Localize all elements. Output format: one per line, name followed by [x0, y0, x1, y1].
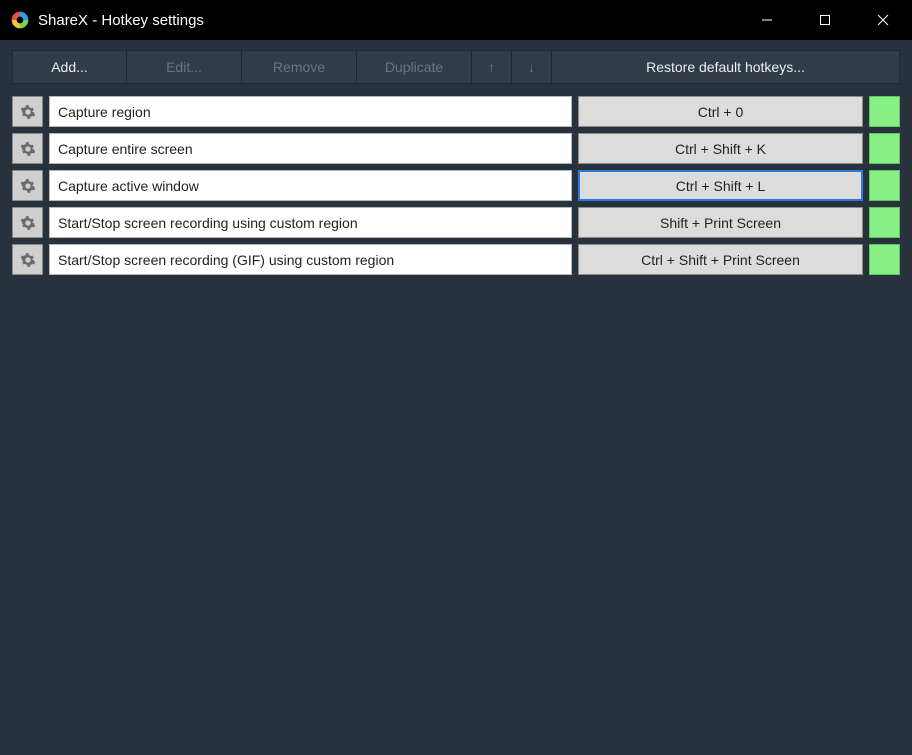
hotkey-button[interactable]: Ctrl + Shift + Print Screen	[578, 244, 863, 275]
gear-icon	[20, 141, 36, 157]
maximize-button[interactable]	[796, 0, 854, 40]
hotkey-row: Capture region Ctrl + 0	[12, 96, 900, 127]
window: ShareX - Hotkey settings Add... Edit... …	[0, 0, 912, 755]
gear-icon	[20, 178, 36, 194]
hotkey-label: Shift + Print Screen	[660, 215, 781, 231]
status-indicator	[869, 207, 900, 238]
hotkey-rows: Capture region Ctrl + 0 Capture entire s…	[0, 92, 912, 279]
window-title: ShareX - Hotkey settings	[38, 12, 204, 29]
hotkey-button[interactable]: Ctrl + 0	[578, 96, 863, 127]
remove-button[interactable]: Remove	[242, 50, 357, 84]
hotkey-label: Ctrl + Shift + Print Screen	[641, 252, 800, 268]
sharex-logo-icon	[10, 10, 30, 30]
task-label: Start/Stop screen recording (GIF) using …	[58, 252, 394, 268]
move-up-button[interactable]: ↑	[472, 50, 512, 84]
hotkey-row: Capture entire screen Ctrl + Shift + K	[12, 133, 900, 164]
status-indicator	[869, 96, 900, 127]
task-label: Capture active window	[58, 178, 199, 194]
task-name[interactable]: Start/Stop screen recording using custom…	[49, 207, 572, 238]
gear-icon	[20, 104, 36, 120]
gear-icon	[20, 215, 36, 231]
restore-defaults-button[interactable]: Restore default hotkeys...	[552, 50, 900, 84]
task-settings-button[interactable]	[12, 170, 43, 201]
task-name[interactable]: Capture region	[49, 96, 572, 127]
close-button[interactable]	[854, 0, 912, 40]
edit-button[interactable]: Edit...	[127, 50, 242, 84]
hotkey-button[interactable]: Ctrl + Shift + K	[578, 133, 863, 164]
status-indicator	[869, 170, 900, 201]
hotkey-label: Ctrl + Shift + K	[675, 141, 766, 157]
hotkey-label: Ctrl + 0	[698, 104, 744, 120]
task-settings-button[interactable]	[12, 207, 43, 238]
task-name[interactable]: Start/Stop screen recording (GIF) using …	[49, 244, 572, 275]
hotkey-row: Capture active window Ctrl + Shift + L	[12, 170, 900, 201]
gear-icon	[20, 252, 36, 268]
task-name[interactable]: Capture active window	[49, 170, 572, 201]
titlebar: ShareX - Hotkey settings	[0, 0, 912, 40]
task-settings-button[interactable]	[12, 133, 43, 164]
toolbar: Add... Edit... Remove Duplicate ↑ ↓ Rest…	[0, 40, 912, 92]
hotkey-button[interactable]: Shift + Print Screen	[578, 207, 863, 238]
hotkey-row: Start/Stop screen recording using custom…	[12, 207, 900, 238]
duplicate-button[interactable]: Duplicate	[357, 50, 472, 84]
status-indicator	[869, 244, 900, 275]
task-settings-button[interactable]	[12, 244, 43, 275]
task-name[interactable]: Capture entire screen	[49, 133, 572, 164]
task-settings-button[interactable]	[12, 96, 43, 127]
client-area: Add... Edit... Remove Duplicate ↑ ↓ Rest…	[0, 40, 912, 755]
task-label: Capture entire screen	[58, 141, 193, 157]
add-button[interactable]: Add...	[12, 50, 127, 84]
hotkey-label: Ctrl + Shift + L	[676, 178, 765, 194]
task-label: Start/Stop screen recording using custom…	[58, 215, 358, 231]
task-label: Capture region	[58, 104, 151, 120]
minimize-button[interactable]	[738, 0, 796, 40]
hotkey-button[interactable]: Ctrl + Shift + L	[578, 170, 863, 201]
hotkey-row: Start/Stop screen recording (GIF) using …	[12, 244, 900, 275]
status-indicator	[869, 133, 900, 164]
move-down-button[interactable]: ↓	[512, 50, 552, 84]
